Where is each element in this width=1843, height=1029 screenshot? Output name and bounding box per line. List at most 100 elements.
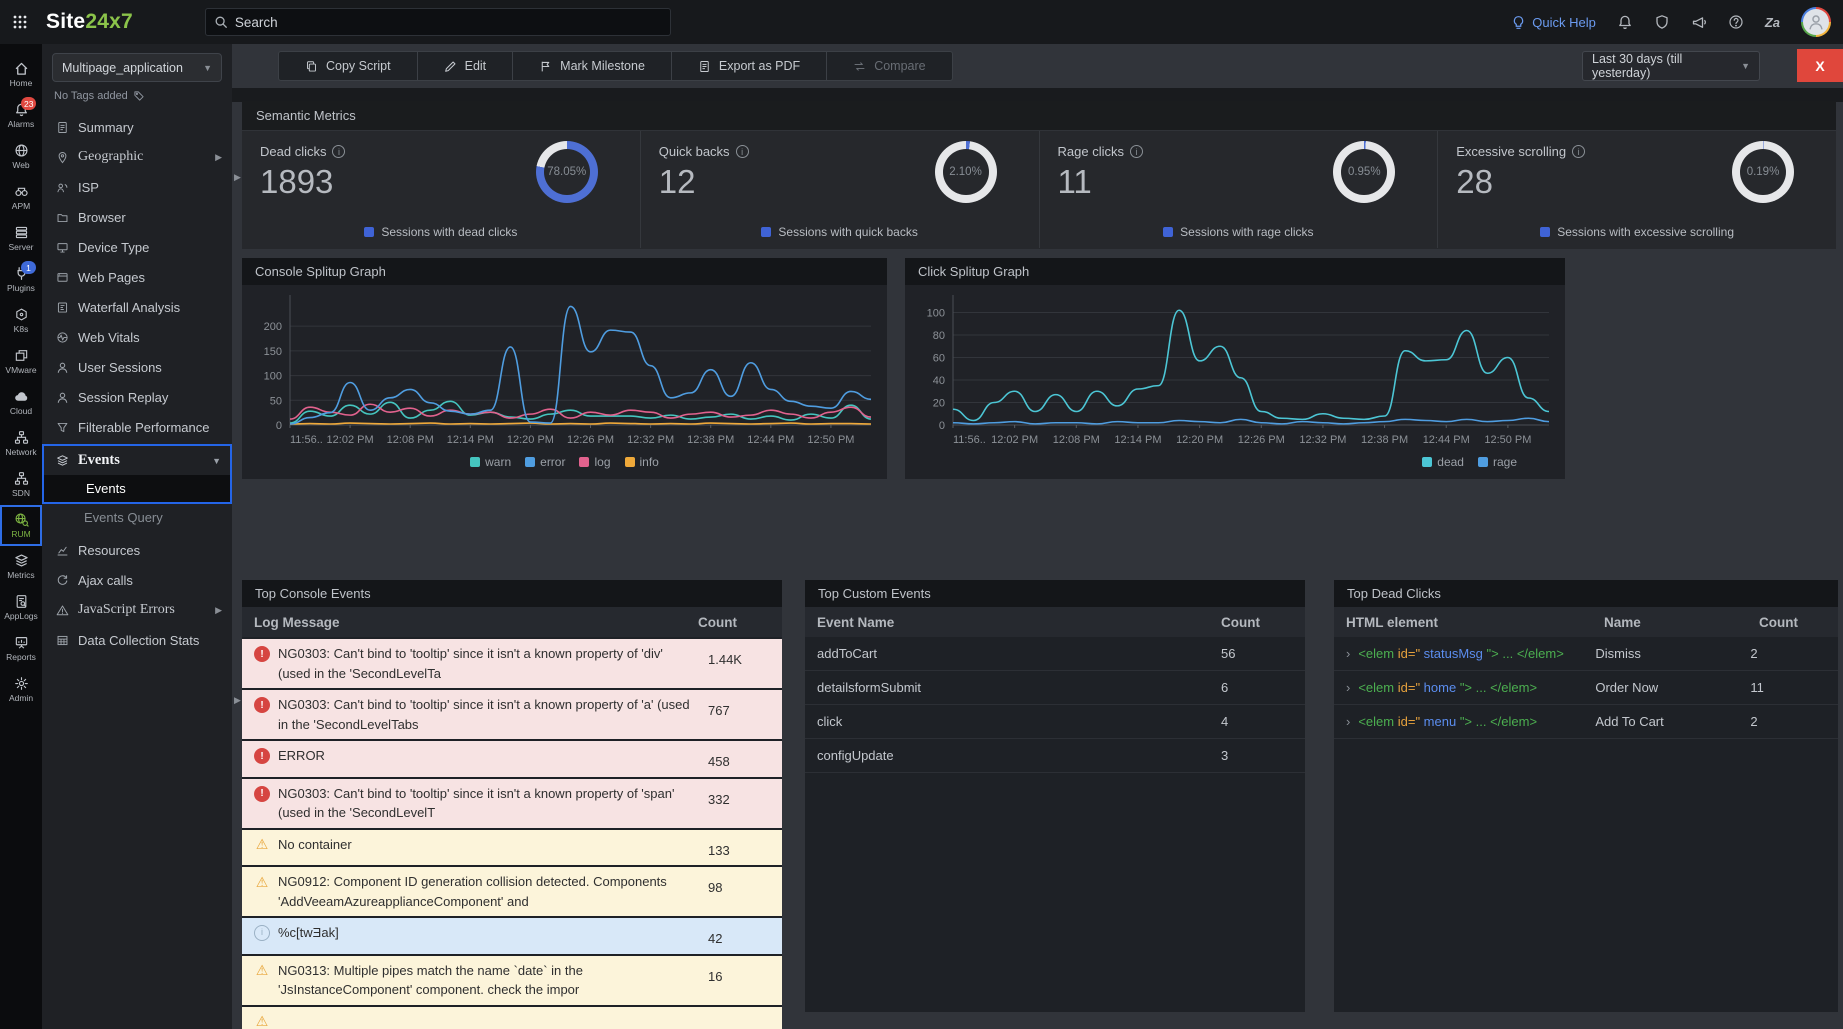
element-name: Add To Cart bbox=[1595, 714, 1750, 729]
legend-item[interactable]: dead bbox=[1422, 455, 1464, 469]
custom-event-row[interactable]: detailsformSubmit 6 bbox=[805, 671, 1305, 705]
panel-expand-handle[interactable]: ▶ bbox=[234, 172, 241, 183]
panel-expand-handle[interactable]: ▶ bbox=[234, 695, 241, 706]
legend-item[interactable]: warn bbox=[470, 455, 511, 469]
console-event-row[interactable]: No container 133 bbox=[242, 830, 782, 866]
rail-item-admin[interactable]: Admin bbox=[0, 669, 42, 710]
rail-item-home[interactable]: Home bbox=[0, 54, 42, 95]
rail-item-applogs[interactable]: AppLogs bbox=[0, 587, 42, 628]
sidebar-item-data-collection-stats[interactable]: Data Collection Stats bbox=[42, 625, 232, 655]
sidebar-item-summary[interactable]: Summary bbox=[42, 112, 232, 142]
mark-milestone-button[interactable]: Mark Milestone bbox=[513, 52, 672, 80]
info-icon[interactable]: i bbox=[332, 145, 345, 158]
rail-item-apm[interactable]: APM bbox=[0, 177, 42, 218]
sidebar-item-javascript-errors[interactable]: JavaScript Errors▶ bbox=[42, 595, 232, 625]
console-events-rows: NG0303: Can't bind to 'tooltip' since it… bbox=[242, 639, 782, 1029]
legend-item[interactable]: log bbox=[579, 455, 610, 469]
sidebar-item-ajax-calls[interactable]: Ajax calls bbox=[42, 565, 232, 595]
rail-item-alarms[interactable]: 23Alarms bbox=[0, 95, 42, 136]
rail-item-k8s[interactable]: K8s bbox=[0, 300, 42, 341]
notifications-bell-icon[interactable] bbox=[1617, 14, 1633, 30]
copy-script-button[interactable]: Copy Script bbox=[279, 52, 418, 80]
quick-help-button[interactable]: Quick Help bbox=[1511, 15, 1596, 30]
expand-chevron-icon[interactable]: › bbox=[1346, 680, 1350, 695]
announcements-megaphone-icon[interactable] bbox=[1691, 14, 1707, 30]
rail-item-cloud[interactable]: Cloud bbox=[0, 382, 42, 423]
console-event-row[interactable]: ERROR 458 bbox=[242, 741, 782, 777]
sidebar-item-waterfall-analysis[interactable]: Waterfall Analysis bbox=[42, 292, 232, 322]
severity-icon bbox=[254, 874, 270, 890]
rail-item-metrics[interactable]: Metrics bbox=[0, 546, 42, 587]
export-as-pdf-button[interactable]: Export as PDF bbox=[672, 52, 827, 80]
sidebar-item-browser[interactable]: Browser bbox=[42, 202, 232, 232]
console-event-row[interactable]: %c[twƎak] 42 bbox=[242, 918, 782, 954]
rail-item-reports[interactable]: Reports bbox=[0, 628, 42, 669]
legend-item[interactable]: info bbox=[625, 455, 659, 469]
sidebar-item-session-replay[interactable]: Session Replay bbox=[42, 382, 232, 412]
tags-row[interactable]: No Tags added bbox=[54, 90, 232, 102]
svg-text:100: 100 bbox=[927, 308, 945, 320]
legend-item[interactable]: rage bbox=[1478, 455, 1517, 469]
zoho-apps-icon[interactable]: Za bbox=[1765, 15, 1780, 30]
date-range-selector[interactable]: Last 30 days (till yesterday) ▼ bbox=[1582, 51, 1760, 81]
rail-item-rum[interactable]: RUM bbox=[0, 505, 42, 546]
dead-click-row[interactable]: › <elem id=" statusMsg "> ... </elem> Di… bbox=[1334, 637, 1838, 671]
cloud-icon bbox=[14, 389, 29, 404]
close-button[interactable]: X bbox=[1797, 49, 1843, 82]
rail-item-plugins[interactable]: 1Plugins bbox=[0, 259, 42, 300]
compare-button[interactable]: Compare bbox=[827, 52, 951, 80]
expand-chevron-icon[interactable]: › bbox=[1346, 646, 1350, 661]
info-icon[interactable]: i bbox=[1130, 145, 1143, 158]
module-rail: Home 23Alarms Web APM Server 1Plugins K8… bbox=[0, 44, 42, 1029]
shield-icon[interactable] bbox=[1654, 14, 1670, 30]
rail-item-sdn[interactable]: SDN bbox=[0, 464, 42, 505]
rail-item-vmware[interactable]: VMware bbox=[0, 341, 42, 382]
chevron-right-icon: ▶ bbox=[215, 605, 222, 616]
application-selector-value: Multipage_application bbox=[62, 61, 183, 75]
sidebar-item-events-query[interactable]: Events Query bbox=[42, 504, 232, 531]
rail-item-network[interactable]: Network bbox=[0, 423, 42, 464]
expand-chevron-icon[interactable]: › bbox=[1346, 714, 1350, 729]
info-icon[interactable]: i bbox=[736, 145, 749, 158]
console-event-row[interactable]: NG0303: Can't bind to 'tooltip' since it… bbox=[242, 639, 782, 688]
console-event-row[interactable]: NG0912: Component ID generation collisio… bbox=[242, 867, 782, 916]
application-selector[interactable]: Multipage_application ▼ bbox=[52, 53, 222, 82]
sidebar-item-web-pages[interactable]: Web Pages bbox=[42, 262, 232, 292]
sidebar-item-geographic[interactable]: Geographic▶ bbox=[42, 142, 232, 172]
console-event-row[interactable] bbox=[242, 1007, 782, 1029]
custom-event-row[interactable]: click 4 bbox=[805, 705, 1305, 739]
element-count: 11 bbox=[1750, 680, 1764, 695]
dead-click-row[interactable]: › <elem id=" menu "> ... </elem> Add To … bbox=[1334, 705, 1838, 739]
dead-click-row[interactable]: › <elem id=" home "> ... </elem> Order N… bbox=[1334, 671, 1838, 705]
svg-text:12:44 PM: 12:44 PM bbox=[1423, 434, 1470, 446]
search-input[interactable] bbox=[235, 15, 662, 30]
sidebar-item-events-group[interactable]: Events ▼ bbox=[44, 446, 230, 475]
sidebar-item-events[interactable]: Events bbox=[44, 475, 230, 502]
custom-event-row[interactable]: configUpdate 3 bbox=[805, 739, 1305, 773]
legend-item[interactable]: error bbox=[525, 455, 565, 469]
app-grid-icon[interactable] bbox=[0, 14, 40, 30]
rail-item-server[interactable]: Server bbox=[0, 218, 42, 259]
sidebar-item-user-sessions[interactable]: User Sessions bbox=[42, 352, 232, 382]
edit-button[interactable]: Edit bbox=[418, 52, 514, 80]
custom-event-row[interactable]: addToCart 56 bbox=[805, 637, 1305, 671]
help-question-icon[interactable] bbox=[1728, 14, 1744, 30]
info-icon[interactable]: i bbox=[1572, 145, 1585, 158]
sidebar-item-filterable-performance[interactable]: Filterable Performance bbox=[42, 412, 232, 442]
sidebar-item-device-type[interactable]: Device Type bbox=[42, 232, 232, 262]
admin-gear-icon bbox=[14, 676, 29, 691]
click-chart-legend: dead rage bbox=[905, 449, 1565, 475]
click-splitup-chart[interactable]: 02040608010011:56..12:02 PM12:08 PM12:14… bbox=[905, 285, 1565, 449]
console-event-row[interactable]: NG0303: Can't bind to 'tooltip' since it… bbox=[242, 779, 782, 828]
sidebar-item-isp[interactable]: ISP bbox=[42, 172, 232, 202]
site24x7-logo[interactable]: Site24x7 bbox=[46, 10, 133, 34]
severity-icon bbox=[254, 786, 270, 802]
console-splitup-chart[interactable]: 05010015020011:56..12:02 PM12:08 PM12:14… bbox=[242, 285, 887, 449]
rail-item-web[interactable]: Web bbox=[0, 136, 42, 177]
user-avatar[interactable] bbox=[1801, 7, 1831, 37]
console-event-row[interactable]: NG0313: Multiple pipes match the name `d… bbox=[242, 956, 782, 1005]
console-event-row[interactable]: NG0303: Can't bind to 'tooltip' since it… bbox=[242, 690, 782, 739]
sidebar-item-resources[interactable]: Resources bbox=[42, 535, 232, 565]
sidebar-item-web-vitals[interactable]: Web Vitals bbox=[42, 322, 232, 352]
global-search[interactable] bbox=[205, 8, 671, 36]
